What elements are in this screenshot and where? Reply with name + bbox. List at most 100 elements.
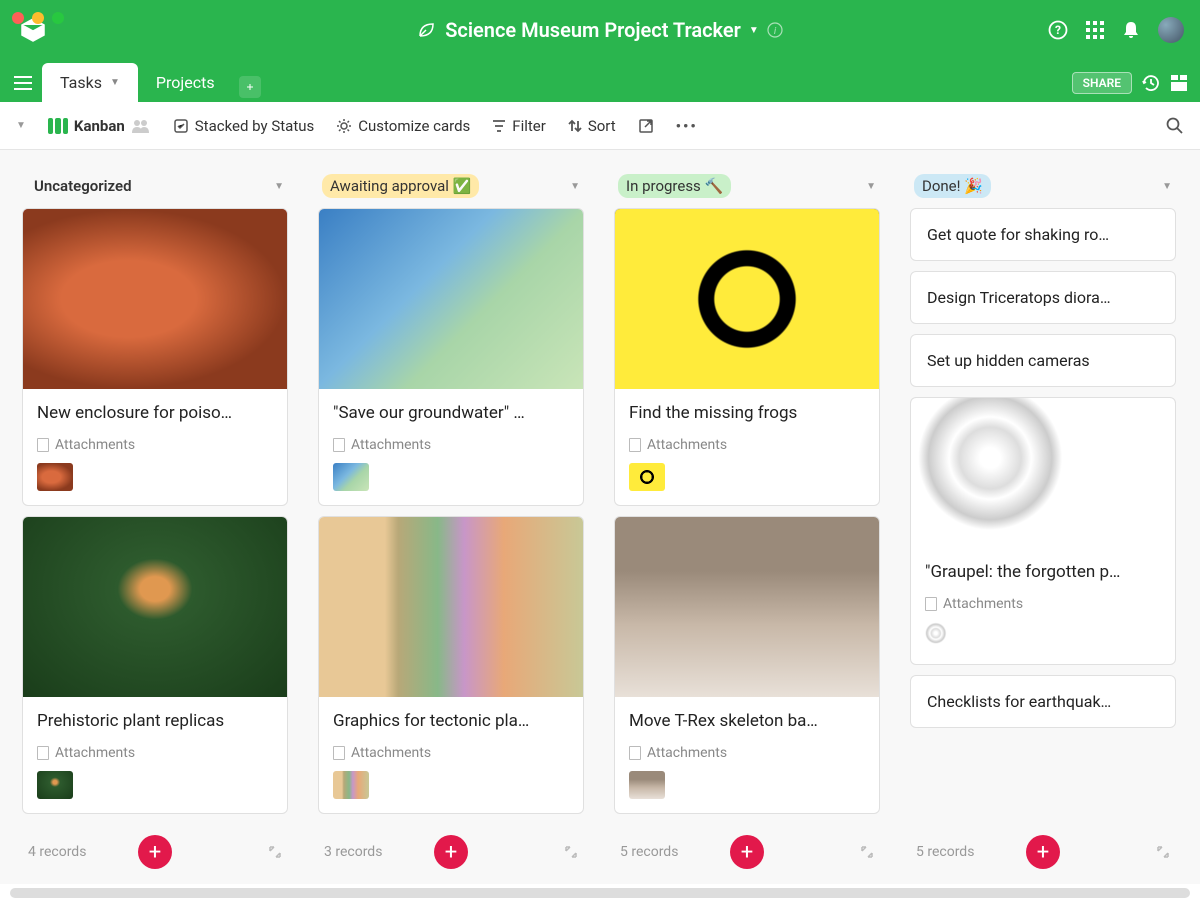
tab-projects[interactable]: Projects	[138, 63, 233, 102]
attachment-thumbnail[interactable]	[629, 463, 665, 491]
attachment-thumbnail[interactable]	[37, 463, 73, 491]
history-icon[interactable]	[1142, 74, 1160, 92]
tab-bar: Tasks ▼ Projects SHARE	[0, 60, 1200, 102]
column-title[interactable]: In progress 🔨	[618, 174, 731, 198]
column-cards: New enclosure for poiso…Attachments Prehi…	[14, 208, 296, 834]
app-header: Science Museum Project Tracker ▼ i ?	[0, 0, 1200, 60]
file-icon	[37, 438, 49, 452]
card-title: "Save our groundwater" …	[333, 403, 569, 423]
close-window[interactable]	[12, 12, 24, 24]
attachment-thumbnail[interactable]	[333, 463, 369, 491]
view-switcher[interactable]: Kanban	[48, 117, 151, 135]
kanban-card[interactable]: Set up hidden cameras	[910, 334, 1176, 387]
tab-tasks[interactable]: Tasks ▼	[42, 63, 138, 102]
expand-column-icon[interactable]	[564, 845, 578, 859]
kanban-card[interactable]: "Graupel: the forgotten p… Attachments	[910, 397, 1176, 665]
kanban-card[interactable]: Graphics for tectonic pla… Attachments	[318, 516, 584, 814]
kanban-card[interactable]: "Save our groundwater" …Attachments	[318, 208, 584, 506]
card-title: Move T-Rex skeleton ba…	[629, 711, 865, 731]
help-icon[interactable]: ?	[1048, 20, 1068, 40]
kanban-card[interactable]: Prehistoric plant replicasAttachments	[22, 516, 288, 814]
kanban-card[interactable]: Design Triceratops diora…	[910, 271, 1176, 324]
horizontal-scrollbar[interactable]	[0, 884, 1200, 898]
views-dropdown[interactable]: ▼	[16, 120, 26, 131]
search-icon[interactable]	[1166, 117, 1184, 135]
file-icon	[37, 746, 49, 760]
column-title[interactable]: Uncategorized	[26, 174, 140, 198]
card-title: Find the missing frogs	[629, 403, 865, 423]
add-tab-button[interactable]	[239, 76, 261, 98]
add-card-button[interactable]: +	[434, 835, 468, 869]
file-icon	[629, 438, 641, 452]
column-title[interactable]: Done! 🎉	[914, 174, 991, 198]
column-menu-icon[interactable]: ▼	[274, 181, 284, 192]
column-cards: Find the missing frogs Attachments Move T-…	[606, 208, 888, 834]
info-icon[interactable]: i	[767, 22, 783, 38]
column-cards: Get quote for shaking ro… Design Tricerat…	[902, 208, 1184, 834]
customize-cards-button[interactable]: Customize cards	[336, 117, 470, 135]
tab-label: Tasks	[60, 73, 102, 92]
maximize-window[interactable]	[52, 12, 64, 24]
user-avatar[interactable]	[1158, 17, 1184, 43]
card-title: Graphics for tectonic pla…	[333, 711, 569, 731]
kanban-card[interactable]: Move T-Rex skeleton ba…Attachments	[614, 516, 880, 814]
column-title[interactable]: Awaiting approval ✅	[322, 174, 479, 198]
apps-grid-icon[interactable]	[1086, 21, 1104, 39]
tab-label: Projects	[156, 73, 215, 92]
attachments-text: Attachments	[943, 596, 1023, 612]
card-body: Prehistoric plant replicasAttachments	[23, 697, 287, 813]
attachment-thumbnail[interactable]	[333, 771, 369, 799]
expand-column-icon[interactable]	[860, 845, 874, 859]
filter-button[interactable]: Filter	[492, 117, 546, 135]
more-options-icon[interactable]: •••	[676, 117, 698, 135]
share-view-icon[interactable]	[638, 118, 654, 134]
column-menu-icon[interactable]: ▼	[866, 181, 876, 192]
card-cover-image	[319, 209, 583, 389]
blocks-icon[interactable]	[1170, 74, 1188, 92]
stacked-by-button[interactable]: Stacked by Status	[173, 117, 314, 135]
attachment-thumbnail[interactable]	[629, 771, 665, 799]
column-header: In progress 🔨 ▼	[606, 164, 888, 208]
card-body: Graphics for tectonic pla… Attachments	[319, 697, 583, 813]
kanban-card[interactable]: Checklists for earthquak…	[910, 675, 1176, 728]
card-cover-image	[319, 517, 583, 697]
card-title: Design Triceratops diora…	[927, 288, 1159, 307]
card-attachments-label: Attachments	[925, 596, 1161, 612]
page-title[interactable]: Science Museum Project Tracker	[445, 18, 741, 42]
card-title: Set up hidden cameras	[927, 351, 1159, 370]
attachment-thumbnail[interactable]	[925, 622, 961, 650]
kanban-column: Awaiting approval ✅ ▼ "Save our groundwate…	[310, 164, 592, 870]
card-title: "Graupel: the forgotten p…	[925, 562, 1161, 582]
add-card-button[interactable]: +	[1026, 835, 1060, 869]
card-title: Get quote for shaking ro…	[927, 225, 1159, 244]
share-button[interactable]: SHARE	[1072, 72, 1132, 94]
attachment-thumbnail[interactable]	[37, 771, 73, 799]
record-count: 3 records	[324, 844, 382, 860]
kanban-card[interactable]: Get quote for shaking ro…	[910, 208, 1176, 261]
card-title: Checklists for earthquak…	[927, 692, 1159, 711]
card-attachments-label: Attachments	[629, 437, 865, 453]
collaborators-icon[interactable]	[131, 118, 151, 134]
chevron-down-icon[interactable]: ▼	[110, 77, 120, 88]
column-header: Done! 🎉 ▼	[902, 164, 1184, 208]
expand-column-icon[interactable]	[1156, 845, 1170, 859]
minimize-window[interactable]	[32, 12, 44, 24]
card-attachments-label: Attachments	[37, 745, 273, 761]
attachments-text: Attachments	[351, 745, 431, 761]
column-menu-icon[interactable]: ▼	[570, 181, 580, 192]
column-menu-icon[interactable]: ▼	[1162, 181, 1172, 192]
title-dropdown[interactable]: ▼	[749, 25, 759, 36]
add-card-button[interactable]: +	[138, 835, 172, 869]
add-card-button[interactable]: +	[730, 835, 764, 869]
kanban-card[interactable]: Find the missing frogs Attachments	[614, 208, 880, 506]
kanban-column: In progress 🔨 ▼ Find the missing frogs Atta…	[606, 164, 888, 870]
notifications-icon[interactable]	[1122, 20, 1140, 40]
kanban-column: Uncategorized ▼ New enclosure for poiso…At…	[14, 164, 296, 870]
sort-button[interactable]: Sort	[568, 117, 616, 135]
kanban-card[interactable]: New enclosure for poiso…Attachments	[22, 208, 288, 506]
column-footer: 5 records+	[606, 834, 888, 870]
expand-column-icon[interactable]	[268, 845, 282, 859]
svg-text:?: ?	[1055, 23, 1061, 37]
card-body: "Graupel: the forgotten p… Attachments	[911, 548, 1175, 664]
menu-icon[interactable]	[14, 76, 32, 90]
